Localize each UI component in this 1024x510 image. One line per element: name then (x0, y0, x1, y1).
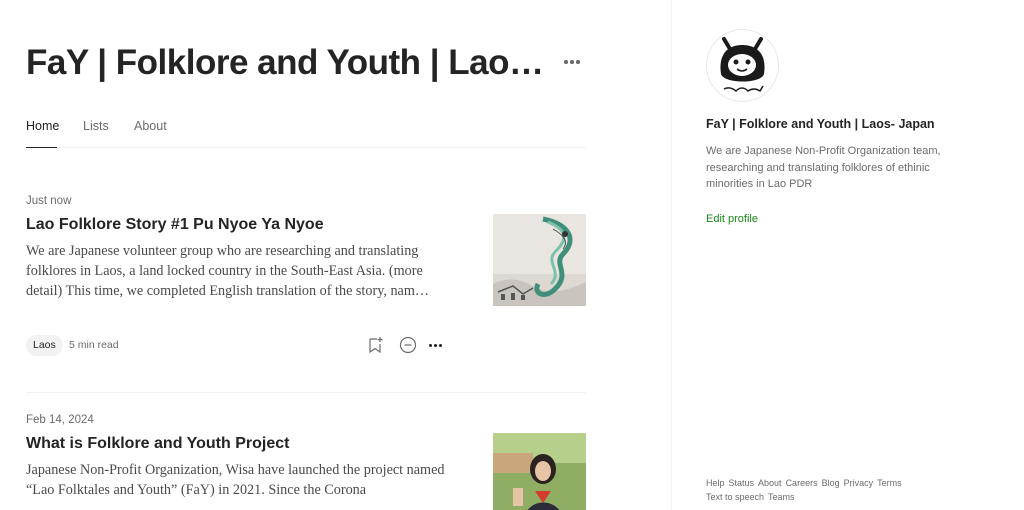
dot-icon (564, 60, 568, 64)
publication-logo-icon[interactable] (706, 29, 779, 102)
post-card: Feb 14, 2024 What is Folklore and Youth … (26, 414, 586, 510)
post-date: Just now (26, 195, 72, 207)
thumbnail-illustration (493, 214, 586, 306)
post-date: Feb 14, 2024 (26, 414, 94, 426)
more-icon[interactable] (425, 335, 445, 355)
active-tab-indicator (26, 147, 57, 148)
bookmark-add-icon[interactable] (365, 335, 385, 355)
folklore-painting-thumbnail[interactable] (493, 214, 586, 306)
tab-lists[interactable]: Lists (83, 119, 109, 133)
post-meta: Laos 5 min read (26, 335, 446, 357)
post-divider (26, 392, 586, 393)
edit-profile-link[interactable]: Edit profile (706, 213, 758, 225)
main-column: FaY | Folklore and Youth | Laos- J... Ho… (0, 0, 671, 510)
tab-about[interactable]: About (134, 119, 167, 133)
footer-link-terms[interactable]: Terms (877, 478, 902, 488)
thumbnail-photo (493, 433, 586, 510)
post-title[interactable]: What is Folklore and Youth Project (26, 435, 289, 453)
footer-link-careers[interactable]: Careers (786, 478, 818, 488)
sidebar: FaY | Folklore and Youth | Laos- Japan W… (671, 0, 1024, 510)
footer-link-status[interactable]: Status (729, 478, 755, 488)
footer-link-text-to-speech[interactable]: Text to speech (706, 492, 764, 502)
dot-icon (576, 60, 580, 64)
sidebar-publication-name[interactable]: FaY | Folklore and Youth | Laos- Japan (706, 117, 935, 131)
tab-home[interactable]: Home (26, 119, 59, 133)
post-card: Just now Lao Folklore Story #1 Pu Nyoe Y… (26, 195, 586, 365)
post-title[interactable]: Lao Folklore Story #1 Pu Nyoe Ya Nyoe (26, 216, 324, 234)
footer-link-about[interactable]: About (758, 478, 782, 488)
logo-illustration (706, 29, 779, 102)
person-photo-thumbnail[interactable] (493, 433, 586, 510)
topic-tag[interactable]: Laos (26, 335, 63, 356)
tab-bar: Home Lists About (26, 112, 586, 148)
footer-link-blog[interactable]: Blog (822, 478, 840, 488)
sidebar-bio: We are Japanese Non-Profit Organization … (706, 145, 941, 190)
more-options-button[interactable] (560, 50, 584, 74)
footer-link-privacy[interactable]: Privacy (844, 478, 874, 488)
footer-link-help[interactable]: Help (706, 478, 725, 488)
footer-links: Help Status About Careers Blog Privacy Terms Te… (706, 477, 966, 504)
dot-icon (570, 60, 574, 64)
footer-link-teams[interactable]: Teams (768, 492, 795, 502)
post-excerpt[interactable]: We are Japanese volunteer group who are … (26, 241, 446, 301)
publication-title[interactable]: FaY | Folklore and Youth | Laos- J... (26, 40, 546, 86)
post-excerpt[interactable]: Japanese Non-Profit Organization, Wisa h… (26, 460, 446, 510)
show-less-icon[interactable] (398, 335, 418, 355)
read-time: 5 min read (69, 339, 119, 351)
